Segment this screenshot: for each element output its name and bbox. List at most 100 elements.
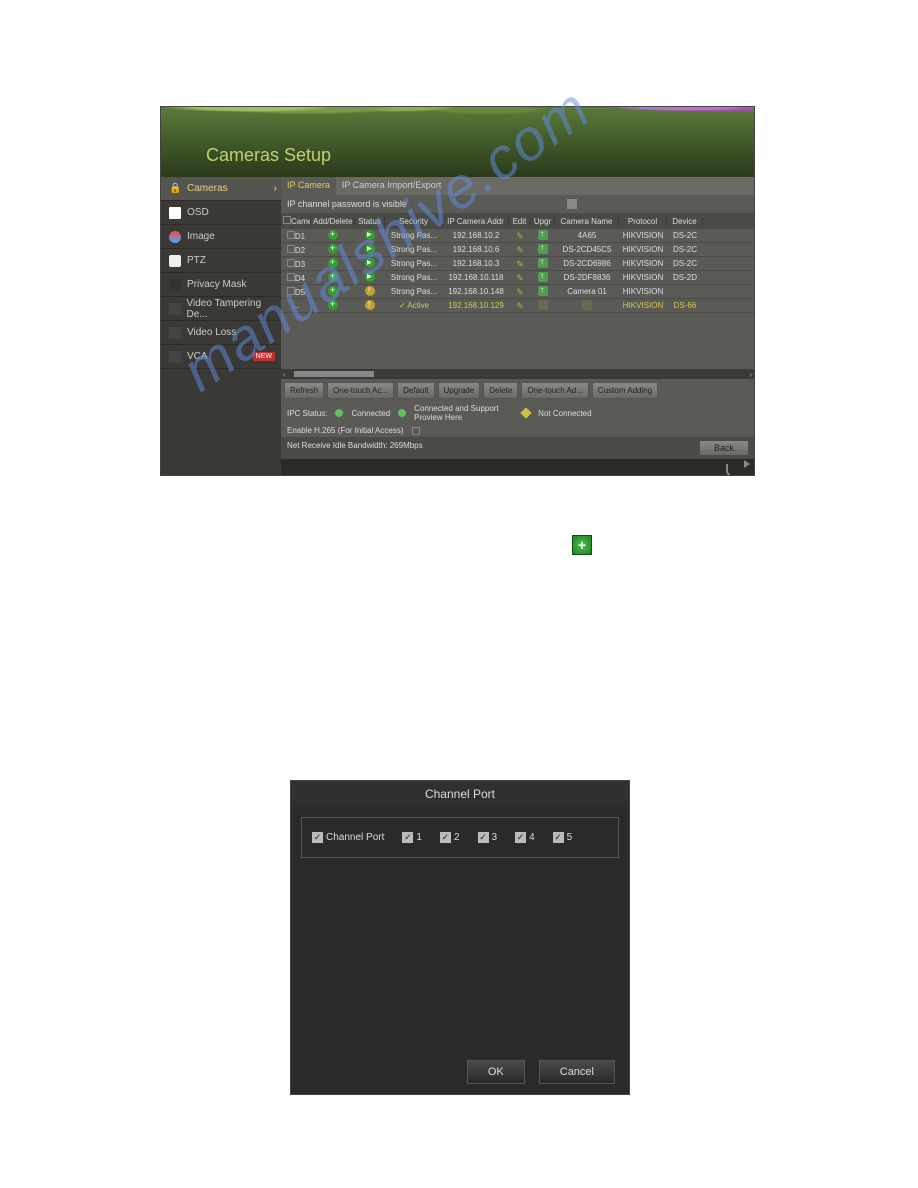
horizontal-scrollbar[interactable]: ‹› [281,369,754,379]
password-visible-label: IP channel password is visible [287,199,407,209]
status-icon[interactable] [365,272,375,282]
row-checkbox[interactable] [287,259,295,267]
upgrade-icon[interactable] [538,258,548,268]
table-row[interactable]: D3Strong Pas...192.168.10.3DS-2CD6986HIK… [281,257,754,271]
ipc-notconnected-label: Not Connected [538,409,591,418]
h265-checkbox[interactable] [412,427,420,435]
add-icon[interactable]: + [572,535,592,555]
back-button[interactable]: Back [700,441,748,455]
edit-icon[interactable] [515,287,525,297]
table-row-unassigned[interactable]: ...✓ Active192.168.10.129HIKVISIONDS-66 [281,299,754,313]
status-icon[interactable] [365,230,375,240]
sidebar-item-ptz[interactable]: PTZ [161,249,281,273]
status-icon[interactable] [365,300,375,310]
sidebar-item-cameras[interactable]: 🔒 Cameras › [161,177,281,201]
row-checkbox[interactable] [287,273,295,281]
ptz-icon [169,255,181,267]
channel-port-2[interactable]: 2 [440,832,460,843]
table-header-row: Camer Add/Delete Status Security IP Came… [281,213,754,229]
sidebar-item-label: Video Tampering De... [187,298,282,320]
chevron-right-icon: › [274,183,277,194]
channel-port-4[interactable]: 4 [515,832,535,843]
status-icon[interactable] [365,258,375,268]
edit-icon[interactable] [515,259,525,269]
delete-icon[interactable] [328,230,338,240]
sidebar-item-vca[interactable]: VCANEW [161,345,281,369]
dash-icon [538,300,548,310]
name-cell: DS-2CD45C5 [555,245,619,254]
table-row[interactable]: D1Strong Pas...192.168.10.24A65HIKVISION… [281,229,754,243]
delete-icon[interactable] [328,258,338,268]
protocol-cell: HIKVISION [619,245,667,254]
status-icon[interactable] [365,286,375,296]
channel-port-master[interactable]: Channel Port [312,832,384,843]
ip-cell: 192.168.10.118 [443,273,509,282]
sidebar-item-osd[interactable]: OSD [161,201,281,225]
status-icon[interactable] [365,244,375,254]
ip-cell: 192.168.10.2 [443,231,509,240]
sidebar: 🔒 Cameras › OSD Image PTZ Privacy Mask Vid… [161,177,281,476]
device-cell: DS-2D [667,273,703,282]
upgrade-icon[interactable] [538,244,548,254]
edit-icon[interactable] [515,245,525,255]
video-loss-icon [169,327,181,339]
checkbox-icon [440,832,451,843]
upgrade-button[interactable]: Upgrade [438,382,481,399]
h265-label: Enable H.265 (For Initial Access) [287,426,404,435]
tab-import-export[interactable]: IP Camera Import/Export [336,177,447,195]
channel-port-1[interactable]: 1 [402,832,422,843]
sidebar-item-label: Cameras [187,183,228,194]
default-button[interactable]: Default [397,382,434,399]
delete-button[interactable]: Delete [483,382,518,399]
delete-icon[interactable] [328,272,338,282]
return-icon[interactable] [726,464,744,476]
window-header: Cameras Setup [161,107,754,177]
row-checkbox[interactable] [287,231,295,239]
upgrade-icon[interactable] [538,230,548,240]
ipc-preview-label: Connected and Support Proview Here [414,404,514,422]
delete-icon[interactable] [328,286,338,296]
col-edit: Edit [509,217,531,226]
scrollbar-thumb[interactable] [294,371,374,377]
page-title: Cameras Setup [206,145,331,166]
name-cell: DS-2CD6986 [555,259,619,268]
refresh-button[interactable]: Refresh [284,382,324,399]
col-protocol: Protocol [619,217,667,226]
channel-port-label: Channel Port [326,832,384,843]
osd-icon [169,207,181,219]
ipc-status-label: IPC Status: [287,409,327,418]
row-checkbox[interactable] [287,245,295,253]
lock-icon: 🔒 [169,183,181,195]
password-visible-checkbox[interactable] [567,199,577,209]
delete-icon[interactable] [328,244,338,254]
table-row[interactable]: D4Strong Pas...192.168.10.118DS-2DF8836H… [281,271,754,285]
sidebar-item-video-loss[interactable]: Video Loss [161,321,281,345]
sidebar-item-video-tampering[interactable]: Video Tampering De... [161,297,281,321]
edit-icon[interactable] [515,301,525,311]
checkbox-icon [312,832,323,843]
upgrade-icon[interactable] [538,286,548,296]
tab-ip-camera[interactable]: IP Camera [281,177,336,195]
one-touch-ad--button[interactable]: One-touch Ad... [521,382,589,399]
edit-icon[interactable] [515,273,525,283]
one-touch-ac--button[interactable]: One-touch Ac... [327,382,394,399]
protocol-cell: HIKVISION [619,301,667,310]
cancel-button[interactable]: Cancel [539,1060,615,1084]
ok-button[interactable]: OK [467,1060,525,1084]
row-checkbox[interactable] [287,287,295,295]
channel-port-5[interactable]: 5 [553,832,573,843]
sidebar-item-privacy-mask[interactable]: Privacy Mask [161,273,281,297]
table-row[interactable]: D2Strong Pas...192.168.10.6DS-2CD45C5HIK… [281,243,754,257]
col-upgrade: Upgr [531,217,555,226]
channel-port-3[interactable]: 3 [478,832,498,843]
select-all-checkbox[interactable] [283,216,291,224]
col-ip: IP Camera Addr [443,217,509,226]
custom-adding-button[interactable]: Custom Adding [592,382,658,399]
add-icon[interactable] [328,300,338,310]
security-cell: ✓ Active [385,301,443,310]
table-row[interactable]: D5Strong Pas...192.168.10.148Camera 01HI… [281,285,754,299]
sidebar-item-image[interactable]: Image [161,225,281,249]
edit-icon[interactable] [515,231,525,241]
protocol-cell: HIKVISION [619,231,667,240]
upgrade-icon[interactable] [538,272,548,282]
